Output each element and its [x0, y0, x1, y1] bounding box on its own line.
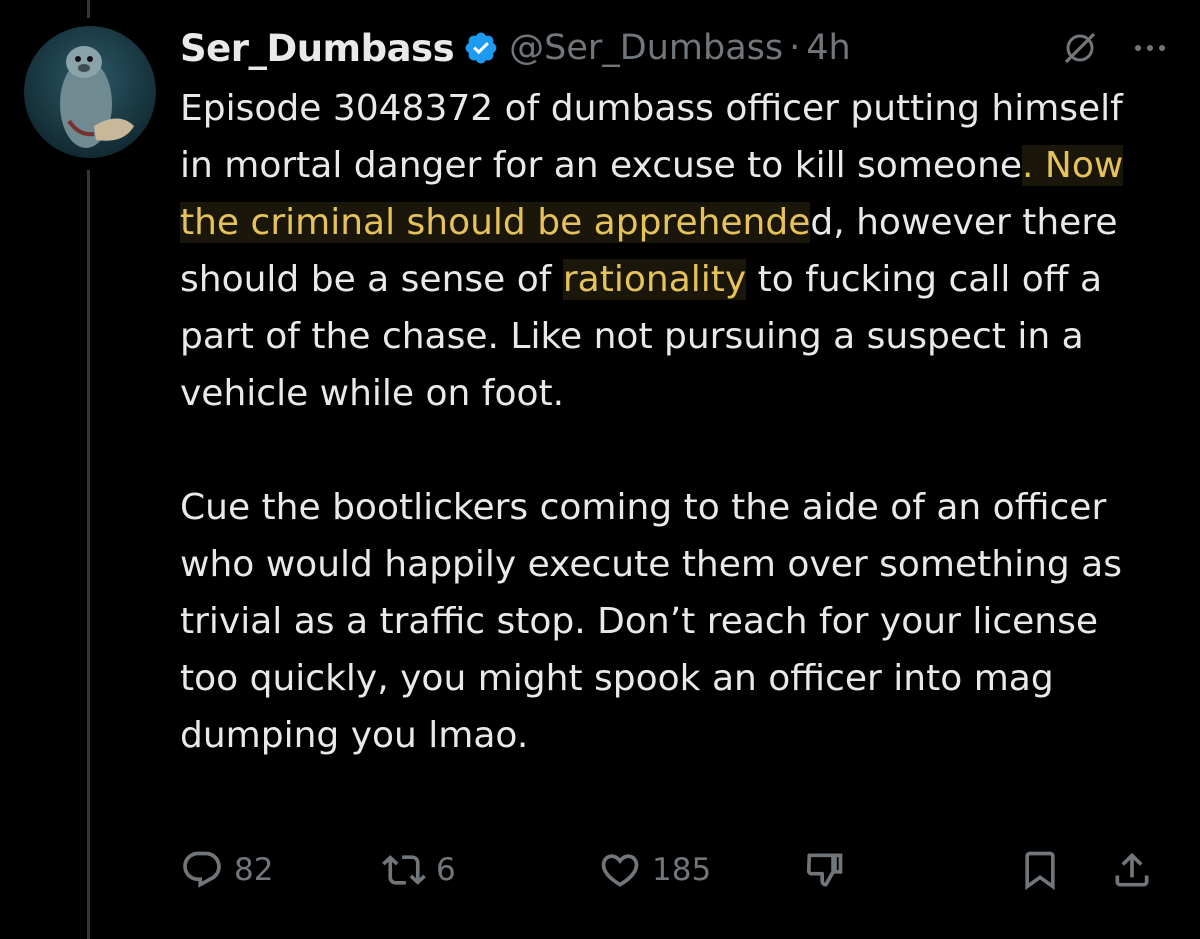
repost-button[interactable]: 6 — [382, 842, 456, 898]
share-icon — [1115, 852, 1149, 887]
share-button[interactable] — [1110, 842, 1154, 898]
thread-line-top — [87, 0, 90, 18]
highlighted-text: rationality — [562, 259, 747, 300]
reply-button[interactable]: 82 — [180, 842, 273, 898]
separator-dot: · — [789, 28, 801, 68]
bookmark-icon — [1025, 851, 1055, 891]
avatar[interactable] — [24, 26, 156, 158]
tweet-header: Ser_Dumbass @Ser_Dumbass · 4h — [180, 22, 1170, 74]
grok-icon[interactable] — [1060, 28, 1100, 68]
tweet-text: Episode 3048372 of dumbass officer putti… — [180, 80, 1165, 764]
verified-badge-icon — [465, 32, 497, 64]
text-segment: Episode 3048372 of dumbass officer putti… — [180, 88, 1123, 186]
like-button[interactable]: 185 — [598, 842, 711, 898]
display-name[interactable]: Ser_Dumbass — [180, 27, 455, 70]
reply-count: 82 — [234, 852, 274, 888]
repost-count: 6 — [436, 852, 456, 888]
user-handle[interactable]: @Ser_Dumbass — [509, 28, 783, 68]
timestamp[interactable]: 4h — [806, 28, 850, 68]
repost-icon — [382, 855, 426, 885]
like-icon — [601, 854, 639, 887]
dislike-icon — [806, 853, 843, 887]
more-icon[interactable] — [1130, 28, 1170, 68]
action-bar: 82 6 185 — [180, 842, 1170, 898]
thread-line — [87, 170, 90, 939]
reply-icon — [183, 851, 221, 888]
header-actions — [1060, 22, 1170, 74]
avatar-seal-image — [24, 26, 156, 158]
dislike-button[interactable] — [802, 842, 846, 898]
like-count: 185 — [652, 852, 712, 888]
tweet-paragraph-2: Cue the bootlickers coming to the aide o… — [180, 487, 1122, 756]
bookmark-button[interactable] — [1018, 842, 1062, 898]
tweet-paragraph-1: Episode 3048372 of dumbass officer putti… — [180, 80, 1165, 422]
